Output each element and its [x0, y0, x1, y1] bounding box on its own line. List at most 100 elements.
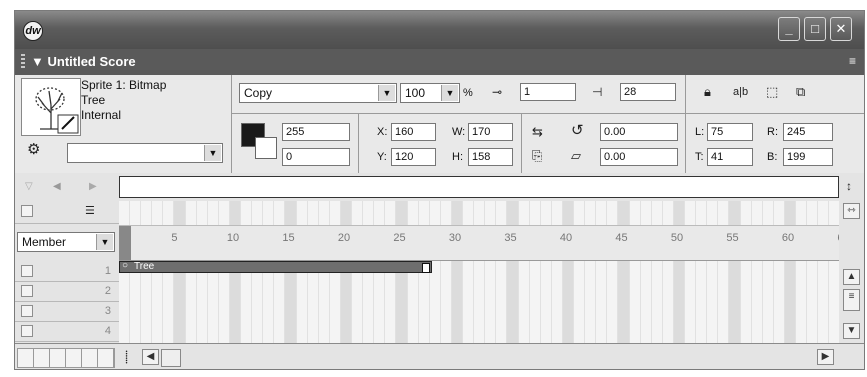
t-label: T:	[695, 151, 704, 163]
skew-icon: ▱	[571, 148, 581, 163]
sprite-tree[interactable]: ○ Tree	[119, 260, 432, 273]
channel-mute-toggle[interactable]	[21, 205, 33, 217]
background-color-field[interactable]: 0	[282, 148, 350, 166]
channel-row[interactable]: 1	[15, 261, 119, 282]
next-marker-icon[interactable]: ▶	[89, 180, 97, 194]
y-field[interactable]: 120	[391, 148, 436, 166]
bottom-bar: ⸽ ◀ ▶	[15, 343, 864, 369]
b-label: B:	[767, 151, 778, 163]
ruler-tick-label: 40	[559, 232, 573, 244]
sprite-thumbnail[interactable]	[21, 78, 81, 136]
options-menu-icon[interactable]: ≡	[849, 54, 856, 68]
tweak-icon[interactable]: ⎘	[532, 149, 542, 163]
divider	[358, 114, 359, 173]
rotation-field[interactable]: 0.00	[600, 123, 678, 141]
ruler-tick-label: 30	[448, 232, 462, 244]
h-label: H:	[452, 151, 463, 163]
channel-mute-toggle[interactable]	[21, 325, 33, 337]
panel-title[interactable]: ▼ Untitled Score	[31, 54, 136, 69]
h-field[interactable]: 158	[468, 148, 513, 166]
start-frame-field[interactable]: 1	[520, 83, 576, 101]
channel-mute-toggle[interactable]	[21, 285, 33, 297]
maximize-button[interactable]: □	[804, 17, 826, 41]
channel-number: 2	[104, 285, 111, 297]
trails-icon[interactable]: ⧉	[796, 85, 805, 99]
panel-grip-icon[interactable]	[21, 54, 25, 70]
channel-row[interactable]: 4	[15, 321, 119, 342]
w-field[interactable]: 170	[468, 123, 513, 141]
sprite-castlib-label: Internal	[81, 108, 122, 122]
editable-icon[interactable]: a|b	[733, 85, 748, 99]
channel-mute-toggle[interactable]	[21, 265, 33, 277]
ruler-tick-label: 60	[781, 232, 795, 244]
chevron-down-icon: ▼	[96, 234, 113, 250]
l-field[interactable]: 75	[707, 123, 753, 141]
divider	[232, 113, 864, 114]
scroll-right-button[interactable]: ▶	[817, 349, 834, 365]
panel-header[interactable]: ▼ Untitled Score ≡	[15, 49, 864, 75]
sprite-end-marker-icon[interactable]	[421, 263, 430, 273]
display-mode-dropdown[interactable]: Member ▼	[17, 232, 115, 252]
behavior-dropdown[interactable]: ▼	[67, 143, 223, 163]
markers-channel[interactable]	[119, 176, 839, 198]
end-frame-icon: ⊣	[592, 85, 603, 99]
divider	[521, 114, 522, 173]
divider	[685, 114, 686, 173]
behavior-gear-icon[interactable]: ⚙	[27, 142, 40, 157]
scroll-thumb[interactable]: ≡	[843, 289, 860, 311]
ruler-tick-label: 35	[504, 232, 517, 244]
l-label: L:	[695, 126, 705, 138]
end-frame-field[interactable]: 28	[620, 83, 676, 101]
ruler-tick-label: 50	[670, 232, 684, 244]
channel-number: 1	[104, 265, 111, 277]
playhead[interactable]	[119, 226, 131, 260]
skew-field[interactable]: 0.00	[600, 148, 678, 166]
foreground-color-field[interactable]: 255	[282, 123, 350, 141]
x-field[interactable]: 160	[391, 123, 436, 141]
channel-row[interactable]: 3	[15, 301, 119, 322]
script-channel-icon: ☰	[85, 205, 95, 217]
moveable-icon[interactable]: ⬚	[766, 85, 778, 99]
panel-title-text: Untitled Score	[47, 54, 136, 69]
scroll-up-button[interactable]: ▲	[843, 269, 860, 285]
channel-row[interactable]: 2	[15, 281, 119, 302]
minimize-button[interactable]: _	[778, 17, 800, 41]
t-field[interactable]: 41	[707, 148, 753, 166]
sprite-member-label: Tree	[81, 93, 106, 107]
channel-number: 4	[104, 325, 111, 337]
r-field[interactable]: 245	[783, 123, 833, 141]
r-label: R:	[767, 126, 778, 138]
sprite-property-inspector: Sprite 1: Bitmap Tree Internal ⚙ ▼ Copy ▼…	[15, 75, 864, 174]
previous-marker-icon[interactable]: ◀	[53, 180, 61, 194]
ruler-tick-label: 45	[615, 232, 628, 244]
zoom-buttons[interactable]	[17, 348, 115, 368]
score-grid[interactable]: 5101520253035404550556065 ○ Tree	[119, 201, 839, 343]
lock-icon[interactable]: 🔒︎	[704, 85, 711, 99]
ruler-tick-label: 5	[171, 232, 178, 244]
frame-ruler[interactable]: 5101520253035404550556065	[119, 225, 839, 261]
flip-icon[interactable]: ⇆	[532, 125, 543, 139]
horizontal-scroll-thumb[interactable]	[161, 349, 181, 367]
app-logo-icon: dw	[23, 21, 43, 41]
title-bar[interactable]: dw _ □ ✕	[15, 11, 864, 49]
tree-bitmap-icon	[35, 87, 79, 134]
blend-dropdown[interactable]: 100 ▼	[400, 83, 460, 103]
resize-handle-icon[interactable]: ↕	[846, 179, 852, 193]
background-color-chip[interactable]	[255, 137, 277, 159]
scroll-left-button[interactable]: ◀	[142, 349, 159, 365]
close-button[interactable]: ✕	[830, 17, 852, 41]
divider	[231, 75, 232, 173]
ruler-expand-icon[interactable]: ⇿	[843, 203, 860, 219]
channel-header-column: ☰ Member ▼ 1 2 3 4	[15, 201, 119, 343]
vertical-scrollbar[interactable]: ⇿ ▲ ≡ ▼	[839, 201, 864, 343]
w-label: W:	[452, 126, 466, 138]
ink-dropdown[interactable]: Copy ▼	[239, 83, 397, 103]
scroll-down-button[interactable]: ▼	[843, 323, 860, 339]
b-field[interactable]: 199	[783, 148, 833, 166]
playhead-sync-icon[interactable]: ⸽	[125, 350, 128, 364]
ruler-tick-label: 10	[226, 232, 240, 244]
channel-mute-toggle[interactable]	[21, 305, 33, 317]
script-channel-row: ☰	[15, 201, 119, 224]
score-nav-row: ▽ ◀ ▶ ↕	[15, 173, 864, 202]
markers-menu-icon[interactable]: ▽	[25, 180, 33, 194]
